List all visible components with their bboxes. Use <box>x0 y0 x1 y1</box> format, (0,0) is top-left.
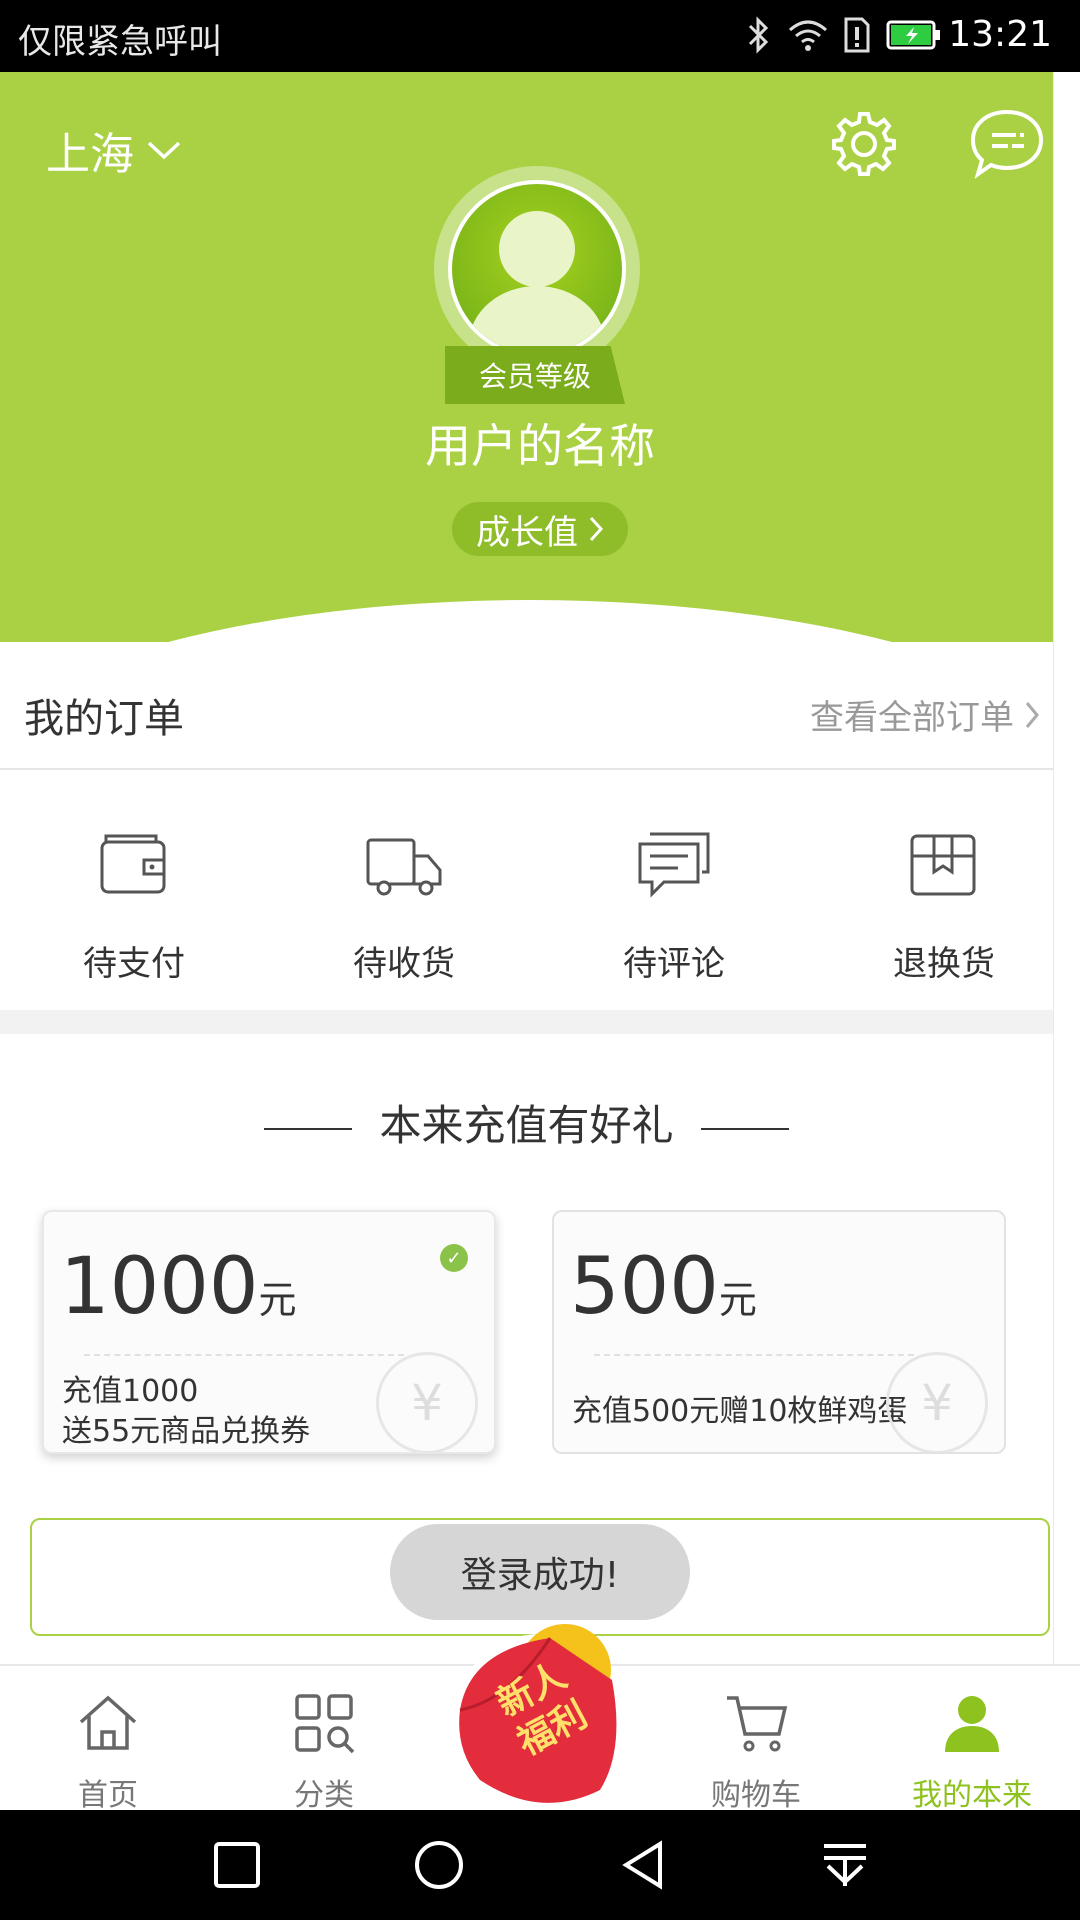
member-level-badge: 会员等级 <box>445 346 625 404</box>
home-circle-icon[interactable] <box>412 1838 466 1892</box>
status-icons <box>746 16 942 54</box>
username: 用户的名称 <box>425 419 655 473</box>
city-label: 上海 <box>46 129 134 180</box>
user-silhouette-icon <box>469 211 605 354</box>
category-icon <box>295 1694 355 1754</box>
gear-icon[interactable] <box>830 110 898 178</box>
recharge-card-1000[interactable]: 1000元 ✓ 充值1000 送55元商品兑换券 ¥ <box>42 1210 496 1454</box>
user-icon <box>945 1696 999 1752</box>
order-item-label: 待收货 <box>353 944 455 984</box>
recent-apps-icon[interactable] <box>210 1838 264 1892</box>
chevron-right-icon <box>589 516 604 542</box>
order-pending-receipt[interactable]: 待收货 <box>284 826 524 985</box>
title-line-left <box>264 1127 353 1130</box>
city-selector[interactable]: 上海 <box>46 118 182 182</box>
orders-title: 我的订单 <box>24 696 184 742</box>
order-pending-payment[interactable]: 待支付 <box>14 826 254 985</box>
nav-label: 分类 <box>294 1778 354 1813</box>
orders-divider <box>0 768 1053 770</box>
status-bar: 仅限紧急呼叫 13:21 <box>0 0 1080 72</box>
order-returns[interactable]: 退换货 <box>824 826 1064 985</box>
view-all-orders-link[interactable]: 查看全部订单 <box>810 690 1040 739</box>
wallet-icon <box>100 834 166 894</box>
recharge-title-text: 本来充值有好礼 <box>379 1101 674 1150</box>
nav-category[interactable]: 分类 <box>234 1690 414 1814</box>
order-item-label: 待评论 <box>623 944 725 984</box>
growth-value-button[interactable]: 成长值 <box>452 502 628 556</box>
recharge-card-500[interactable]: 500元 充值500元赠10枚鲜鸡蛋 ¥ <box>552 1210 1006 1454</box>
box-icon <box>910 834 976 896</box>
system-nav-bar <box>0 1810 1080 1920</box>
nav-my-account[interactable]: 我的本来 <box>882 1690 1062 1814</box>
carrier-text: 仅限紧急呼叫 <box>18 22 222 62</box>
recharge-desc: 充值1000 送55元商品兑换券 <box>62 1374 311 1449</box>
recharge-amount: 500元 <box>570 1242 757 1332</box>
nav-label: 购物车 <box>711 1778 801 1813</box>
order-item-label: 待支付 <box>83 944 185 984</box>
selected-check-icon: ✓ <box>440 1244 468 1272</box>
wifi-icon <box>789 20 827 51</box>
section-gap <box>0 1010 1053 1034</box>
order-pending-review[interactable]: 待评论 <box>554 826 794 985</box>
avatar[interactable] <box>448 180 626 358</box>
clock: 13:21 <box>948 14 1052 55</box>
header-curve <box>0 600 1053 642</box>
battery-icon <box>886 20 940 50</box>
home-icon <box>79 1695 137 1750</box>
message-icon[interactable] <box>970 108 1044 180</box>
nav-cart[interactable]: 购物车 <box>666 1690 846 1814</box>
notification-pull-icon[interactable] <box>818 1838 872 1892</box>
nav-label: 首页 <box>78 1778 138 1813</box>
back-icon[interactable] <box>616 1838 670 1892</box>
yen-icon: ¥ <box>376 1352 478 1452</box>
card-divider <box>594 1354 914 1356</box>
order-item-label: 退换货 <box>893 944 995 984</box>
recharge-amount: 1000元 <box>60 1242 297 1332</box>
bluetooth-icon <box>748 16 769 54</box>
card-divider <box>84 1354 404 1356</box>
recharge-desc: 充值500元赠10枚鲜鸡蛋 <box>572 1394 908 1429</box>
cart-icon <box>727 1696 788 1752</box>
recharge-title: 本来充值有好礼 <box>0 1092 1053 1153</box>
chevron-right-icon <box>1025 701 1039 728</box>
comment-icon <box>638 832 710 898</box>
title-line-right <box>700 1127 789 1130</box>
nav-label: 我的本来 <box>912 1778 1032 1813</box>
sim-alert-icon <box>844 17 870 53</box>
toast-message: 登录成功! <box>390 1524 690 1620</box>
nav-home[interactable]: 首页 <box>18 1690 198 1814</box>
yen-icon: ¥ <box>886 1352 988 1452</box>
chevron-down-icon <box>147 141 181 160</box>
truck-icon <box>366 838 442 896</box>
growth-label: 成长值 <box>476 512 578 553</box>
view-all-orders-label: 查看全部订单 <box>810 698 1014 738</box>
